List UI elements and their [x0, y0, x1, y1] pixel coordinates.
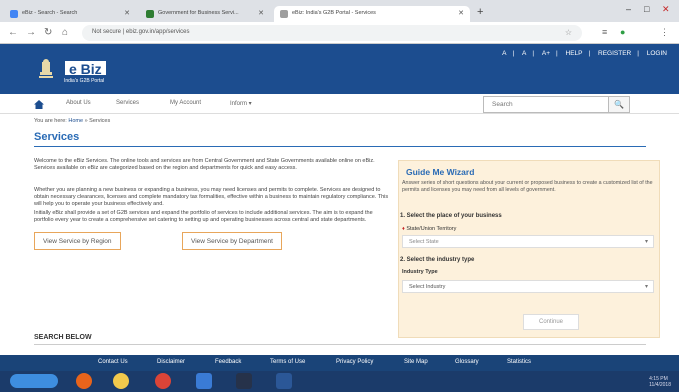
nav-item-services[interactable]: Services: [116, 100, 139, 106]
close-window-icon[interactable]: ✕: [662, 4, 670, 15]
breadcrumb: You are here: Home » Services: [34, 118, 110, 124]
chrome-extension-icon[interactable]: ●: [620, 27, 625, 37]
view-by-department-button[interactable]: View Service by Department: [182, 232, 282, 250]
breadcrumb-prefix: You are here:: [34, 118, 67, 124]
state-select-value: Select State: [409, 239, 439, 245]
system-tray: 4:15 PM 11/4/2018: [649, 376, 671, 388]
new-tab-icon[interactable]: +: [477, 6, 483, 18]
search-below-divider: [34, 344, 646, 345]
state-label-text: State/Union Territory: [406, 226, 457, 232]
site-logo-subtitle: India's G2B Portal: [64, 78, 105, 84]
title-divider: [34, 146, 646, 147]
word-icon[interactable]: [276, 373, 292, 389]
wizard-step-1: 1. Select the place of your business: [400, 213, 502, 219]
required-icon: ♦: [402, 226, 405, 232]
minimize-icon[interactable]: –: [626, 4, 631, 14]
footer-disclaimer-link[interactable]: Disclaimer: [157, 359, 185, 365]
footer-terms-link[interactable]: Terms of Use: [270, 359, 305, 365]
footer-feedback-link[interactable]: Feedback: [215, 359, 241, 365]
os-taskbar: [0, 371, 679, 392]
menu-icon[interactable]: ⋮: [660, 27, 669, 38]
page-title: Services: [34, 131, 80, 143]
close-tab-icon[interactable]: ✕: [124, 9, 130, 17]
browser-tabstrip: eBiz - Search - Search ✕ Government for …: [0, 0, 679, 22]
breadcrumb-current: » Services: [84, 118, 111, 124]
site-logo[interactable]: e Biz: [64, 60, 107, 77]
header-links: A | A | A+ | HELP | REGISTER | LOGIN: [502, 50, 667, 57]
business-paragraph: Whether you are planning a new business …: [34, 187, 389, 207]
tab-title: eBiz: India's G2B Portal - Services: [292, 10, 376, 16]
chrome-alt-icon[interactable]: [113, 373, 129, 389]
file-explorer-icon[interactable]: [196, 373, 212, 389]
back-icon[interactable]: ←: [8, 27, 18, 38]
home-browser-icon[interactable]: ⌂: [62, 27, 68, 38]
tab-title: Government for Business Servi...: [158, 10, 239, 16]
tray-date: 11/4/2018: [649, 382, 671, 388]
industry-label: Industry Type: [402, 269, 438, 275]
portfolio-paragraph: Initially eBiz shall provide a set of G2…: [34, 210, 373, 223]
firefox-icon[interactable]: [76, 373, 92, 389]
intro-paragraph: Welcome to the eBiz Services. The online…: [34, 158, 375, 171]
emblem-icon: [39, 59, 53, 78]
bookmark-star-icon[interactable]: ☆: [565, 28, 572, 37]
wizard-intro: Answer series of short questions about y…: [402, 180, 653, 193]
view-by-region-button[interactable]: View Service by Region: [34, 232, 121, 250]
state-select[interactable]: Select State ▾: [402, 235, 654, 248]
state-label: ♦ State/Union Territory: [402, 226, 456, 232]
address-bar[interactable]: Not secure | ebiz.gov.in/app/services ☆: [82, 25, 582, 41]
start-button[interactable]: [10, 374, 58, 388]
search-input[interactable]: [484, 97, 609, 112]
font-small-link[interactable]: A: [502, 50, 506, 57]
chevron-down-icon: ▾: [644, 239, 648, 245]
close-tab-icon[interactable]: ✕: [258, 9, 264, 17]
tab-favicon-icon: [10, 10, 18, 18]
browser-tab-1[interactable]: eBiz - Search - Search ✕: [4, 6, 136, 22]
help-link[interactable]: HELP: [566, 50, 583, 57]
site-search: 🔍: [483, 96, 630, 113]
nav-item-my-account[interactable]: My Account: [170, 100, 201, 106]
chevron-down-icon: ▾: [644, 284, 648, 290]
footer-contact-link[interactable]: Contact Us: [98, 359, 128, 365]
browser-toolbar: ← → ↻ ⌂ Not secure | ebiz.gov.in/app/ser…: [0, 22, 679, 44]
font-large-link[interactable]: A+: [542, 50, 550, 57]
footer-privacy-link[interactable]: Privacy Policy: [336, 359, 373, 365]
tab-title: eBiz - Search - Search: [22, 10, 78, 16]
chrome-icon[interactable]: [155, 373, 171, 389]
address-text: Not secure | ebiz.gov.in/app/services: [92, 29, 190, 35]
wizard-step-2: 2. Select the industry type: [400, 257, 475, 263]
tab-favicon-icon: [280, 10, 288, 18]
close-tab-icon[interactable]: ✕: [458, 9, 464, 17]
industry-select-value: Select Industry: [409, 284, 446, 290]
extension-icon[interactable]: ≡: [602, 27, 607, 37]
nav-item-inform[interactable]: Inform ▾: [230, 100, 252, 107]
search-icon[interactable]: 🔍: [608, 97, 629, 112]
browser-tab-2[interactable]: Government for Business Servi... ✕: [140, 6, 270, 22]
login-link[interactable]: LOGIN: [647, 50, 667, 57]
maximize-icon[interactable]: □: [644, 4, 649, 14]
continue-button[interactable]: Continue: [523, 314, 579, 330]
terminal-icon[interactable]: [236, 373, 252, 389]
register-link[interactable]: REGISTER: [598, 50, 631, 57]
tab-favicon-icon: [146, 10, 154, 18]
search-below-heading: SEARCH BELOW: [34, 334, 92, 341]
footer-glossary-link[interactable]: Glossary: [455, 359, 479, 365]
home-icon[interactable]: [34, 100, 44, 109]
forward-icon[interactable]: →: [26, 27, 36, 38]
industry-select[interactable]: Select Industry ▾: [402, 280, 654, 293]
breadcrumb-home-link[interactable]: Home: [68, 118, 83, 124]
browser-tab-3[interactable]: eBiz: India's G2B Portal - Services ✕: [274, 6, 470, 22]
wizard-title: Guide Me Wizard: [406, 167, 475, 177]
footer-statistics-link[interactable]: Statistics: [507, 359, 531, 365]
font-normal-link[interactable]: A: [522, 50, 526, 57]
nav-item-about[interactable]: About Us: [66, 100, 91, 106]
footer-sitemap-link[interactable]: Site Map: [404, 359, 428, 365]
reload-icon[interactable]: ↻: [44, 27, 52, 38]
